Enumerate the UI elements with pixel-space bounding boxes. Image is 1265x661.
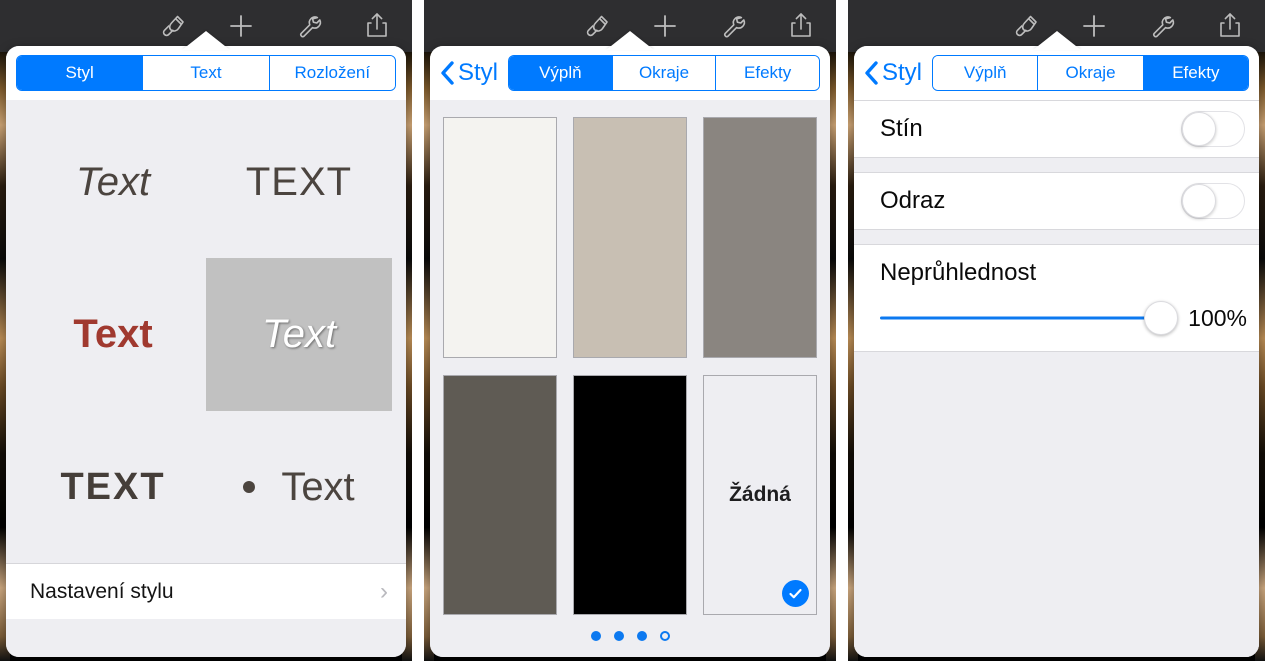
- popover-arrow: [606, 31, 654, 50]
- effect-row-reflection[interactable]: Odraz: [854, 172, 1259, 230]
- checkmark-icon: [782, 580, 809, 607]
- panel-style: Styl Text Rozložení Text TEXT Text Text: [0, 0, 412, 661]
- effects-empty-area: [854, 352, 1259, 657]
- tab-efekty[interactable]: Efekty: [1143, 56, 1248, 90]
- page-dot-3[interactable]: [636, 631, 647, 641]
- chevron-left-icon: [864, 60, 879, 86]
- effects-list: Stín Odraz Neprůhlednost 100%: [854, 100, 1259, 657]
- effect-row-shadow[interactable]: Stín: [854, 100, 1259, 158]
- page-dot-4-current[interactable]: [659, 631, 670, 641]
- share-icon[interactable]: [784, 9, 818, 43]
- tab-styl[interactable]: Styl: [17, 56, 144, 90]
- opacity-value: 100%: [1188, 304, 1247, 331]
- opacity-label: Neprůhlednost: [880, 259, 1037, 286]
- chevron-right-icon: ›: [380, 577, 388, 605]
- chevron-left-icon: [440, 60, 455, 86]
- tools-wrench-icon[interactable]: [716, 9, 750, 43]
- style-preset-label: Text: [75, 160, 151, 205]
- style-preset-5[interactable]: TEXT: [20, 411, 206, 563]
- share-icon[interactable]: [1213, 9, 1247, 43]
- fill-swatch-none-label: Žádná: [729, 482, 791, 506]
- share-icon[interactable]: [360, 9, 394, 43]
- opacity-slider[interactable]: [880, 301, 1179, 335]
- style-preset-6[interactable]: Text: [206, 411, 392, 563]
- page-dot-1[interactable]: [590, 631, 601, 641]
- effect-label-reflection: Odraz: [880, 187, 946, 214]
- slider-thumb[interactable]: [1144, 301, 1179, 335]
- back-button-label: Styl: [458, 59, 499, 86]
- tab-rozlozeni[interactable]: Rozložení: [269, 56, 395, 90]
- reflection-toggle[interactable]: [1181, 183, 1245, 219]
- segmented-control-effects[interactable]: Výplň Okraje Efekty: [932, 55, 1249, 91]
- list-gap: [854, 230, 1259, 244]
- style-preset-label: Text: [261, 312, 337, 357]
- fill-swatch-2[interactable]: [573, 117, 687, 358]
- popover-header: Styl Výplň Okraje Efekty: [854, 46, 1259, 100]
- tab-text[interactable]: Text: [143, 56, 270, 90]
- tab-efekty[interactable]: Efekty: [716, 56, 819, 90]
- fill-swatch-5[interactable]: [573, 374, 687, 615]
- fill-swatch-3[interactable]: [703, 117, 817, 358]
- toggle-knob: [1182, 184, 1216, 218]
- fill-popover: Styl Výplň Okraje Efekty Žádná: [430, 46, 830, 657]
- screenshot-root: Styl Text Rozložení Text TEXT Text Text: [0, 0, 1265, 661]
- style-preset-4-selected[interactable]: Text: [206, 258, 392, 411]
- style-preset-label: TEXT: [60, 465, 166, 508]
- back-button[interactable]: Styl: [864, 60, 924, 86]
- slider-track-filled: [880, 316, 1162, 320]
- style-preset-grid: Text TEXT Text Text TEXT Text: [6, 100, 406, 563]
- style-preset-label: Text: [281, 464, 355, 509]
- fill-swatch-4[interactable]: [443, 374, 557, 615]
- style-preset-2[interactable]: TEXT: [206, 106, 392, 258]
- popover-footer: [6, 619, 406, 657]
- tools-wrench-icon[interactable]: [292, 9, 326, 43]
- fill-swatch-1[interactable]: [443, 117, 557, 358]
- popover-arrow: [182, 31, 230, 50]
- style-popover: Styl Text Rozložení Text TEXT Text Text: [6, 46, 406, 657]
- back-button[interactable]: Styl: [440, 60, 500, 86]
- tab-okraje[interactable]: Okraje: [612, 56, 717, 90]
- tab-vypln[interactable]: Výplň: [933, 56, 1039, 90]
- fill-swatch-grid: Žádná: [430, 100, 830, 615]
- style-settings-row[interactable]: Nastavení stylu ›: [6, 563, 406, 619]
- list-gap: [854, 158, 1259, 172]
- style-preset-bulleted: Text: [243, 464, 355, 509]
- style-preset-3[interactable]: Text: [20, 258, 206, 410]
- panel-separator-2: [836, 0, 848, 661]
- panel-fill: Styl Výplň Okraje Efekty Žádná: [424, 0, 836, 661]
- popover-header: Styl Výplň Okraje Efekty: [430, 46, 830, 100]
- toggle-knob: [1182, 112, 1216, 146]
- insert-plus-icon[interactable]: [1077, 9, 1111, 43]
- opacity-slider-row: 100%: [854, 287, 1259, 339]
- popover-arrow: [1032, 31, 1081, 50]
- style-preset-label: Text: [73, 312, 153, 357]
- page-indicator[interactable]: [430, 615, 830, 657]
- opacity-block: Neprůhlednost 100%: [854, 244, 1259, 352]
- bullet-icon: [243, 480, 256, 493]
- segmented-control-fill[interactable]: Výplň Okraje Efekty: [508, 55, 820, 91]
- style-settings-label: Nastavení stylu: [30, 579, 174, 603]
- style-preset-1[interactable]: Text: [20, 106, 206, 258]
- panel-effects: Styl Výplň Okraje Efekty Stín Odraz Nepr…: [848, 0, 1265, 661]
- effects-popover: Styl Výplň Okraje Efekty Stín Odraz Nepr…: [854, 46, 1259, 657]
- tools-wrench-icon[interactable]: [1145, 9, 1179, 43]
- segmented-control-style[interactable]: Styl Text Rozložení: [16, 55, 396, 91]
- style-preset-label: TEXT: [245, 160, 353, 205]
- back-button-label: Styl: [882, 59, 923, 86]
- panel-separator-1: [412, 0, 424, 661]
- tab-okraje[interactable]: Okraje: [1038, 56, 1144, 90]
- effect-label-shadow: Stín: [880, 115, 923, 142]
- shadow-toggle[interactable]: [1181, 111, 1245, 147]
- tab-vypln[interactable]: Výplň: [509, 56, 613, 90]
- popover-header: Styl Text Rozložení: [6, 46, 406, 100]
- page-dot-2[interactable]: [613, 631, 624, 641]
- fill-swatch-none-selected[interactable]: Žádná: [703, 374, 817, 615]
